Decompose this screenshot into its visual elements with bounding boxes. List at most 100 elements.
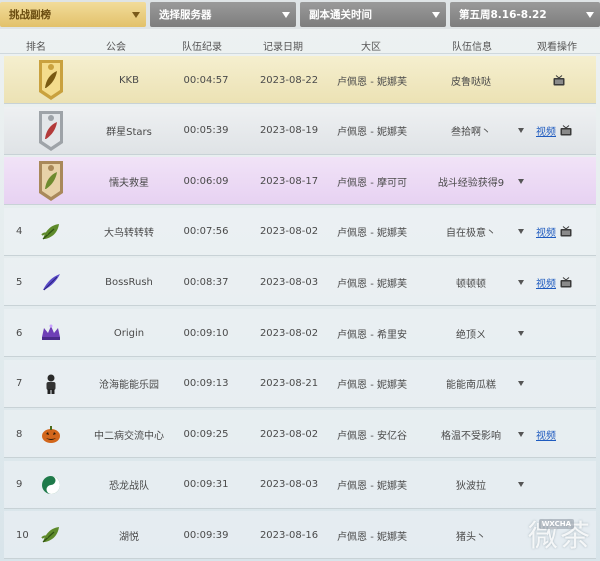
record-date: 2023-08-16 xyxy=(259,529,319,541)
table-row: 懦夫救星 00:06:09 2023-08-17 卢佩恩 - 摩可可 战斗经验获得9 xyxy=(4,157,596,206)
server-area: 卢佩恩 - 妮娜芙 xyxy=(337,127,407,139)
team-info-name: 皮鲁哒哒 xyxy=(451,76,491,88)
chevron-down-icon xyxy=(518,229,524,235)
video-link[interactable]: 视频 xyxy=(536,224,556,239)
team-record: 00:09:13 xyxy=(183,378,229,390)
team-info-name: 狄波拉 xyxy=(456,481,486,493)
rank-number xyxy=(16,157,34,205)
table-row: 7 沧海能能乐园 00:09:13 2023-08-21 卢佩恩 - 妮娜芙 能能南瓜糕 xyxy=(4,359,596,408)
team-record: 00:07:56 xyxy=(183,226,229,238)
server-area: 卢佩恩 - 希里安 xyxy=(337,329,407,341)
team-expand-toggle[interactable] xyxy=(514,360,528,408)
team-info-name: 顿顿顿 xyxy=(456,278,486,290)
video-link[interactable]: 视频 xyxy=(536,123,556,138)
rank-number: 9 xyxy=(16,479,23,491)
server-area: 卢佩恩 - 妮娜芙 xyxy=(337,228,407,240)
team-info-name: 能能南瓜糕 xyxy=(446,380,496,392)
record-date: 2023-08-22 xyxy=(259,74,319,86)
table-row: 5 BossRush 00:08:37 2023-08-03 卢佩恩 - 妮娜芙 顿顿顿视… xyxy=(4,258,596,307)
tv-icon[interactable] xyxy=(560,125,572,136)
record-date: 2023-08-03 xyxy=(259,276,319,288)
green-leaf-icon xyxy=(34,511,68,559)
video-link[interactable]: 视频 xyxy=(536,427,556,442)
tv-icon[interactable] xyxy=(560,226,572,237)
team-record: 00:09:10 xyxy=(183,327,229,339)
record-date: 2023-08-03 xyxy=(259,479,319,491)
chevron-down-icon xyxy=(518,128,524,134)
chevron-down-icon xyxy=(518,279,524,285)
filter-server-label: 选择服务器 xyxy=(159,9,212,21)
team-info-name: 猪头丶 xyxy=(456,531,486,543)
rank-number: 7 xyxy=(16,378,23,390)
team-expand-toggle[interactable] xyxy=(514,461,528,509)
watermark-sub: WXCHA xyxy=(538,519,574,529)
header-info: 队伍信息 xyxy=(452,42,492,53)
team-info-name: 战斗经验获得9 xyxy=(437,177,505,189)
team-record: 00:09:39 xyxy=(183,529,229,541)
team-expand-toggle[interactable] xyxy=(514,208,528,256)
watch-actions: 视频 xyxy=(536,410,592,458)
server-area: 卢佩恩 - 安亿谷 xyxy=(337,430,407,442)
team-expand-toggle[interactable] xyxy=(514,258,528,306)
filter-bar: 挑战副榜 选择服务器 副本通关时间 第五周8.16-8.22 xyxy=(0,0,600,29)
silver-medal-icon xyxy=(34,107,68,155)
team-record: 00:05:39 xyxy=(183,125,229,137)
purple-feather-icon xyxy=(34,258,68,306)
team-record: 00:06:09 xyxy=(183,175,229,187)
watermark: 微茶 WXCHA xyxy=(528,511,592,555)
record-date: 2023-08-02 xyxy=(259,226,319,238)
server-area: 卢佩恩 - 妮娜芙 xyxy=(337,531,407,543)
filter-week-label: 第五周8.16-8.22 xyxy=(459,9,547,21)
team-expand-toggle[interactable] xyxy=(514,309,528,357)
gold-medal-icon xyxy=(34,56,68,104)
black-figure-icon xyxy=(34,360,68,408)
chevron-down-icon xyxy=(518,381,524,387)
table-row: 10 湖悦 00:09:39 2023-08-16 卢佩恩 - 妮娜芙 猪头丶 xyxy=(4,511,596,560)
table-header: 排名 公会 队伍纪录 记录日期 大区 队伍信息 观看操作 xyxy=(0,34,600,54)
filter-ranking-label: 挑战副榜 xyxy=(9,9,51,21)
team-record: 00:09:31 xyxy=(183,479,229,491)
team-expand-toggle[interactable] xyxy=(514,410,528,458)
filter-week-select[interactable]: 第五周8.16-8.22 xyxy=(450,2,600,27)
chevron-down-icon xyxy=(432,12,440,18)
chevron-down-icon xyxy=(132,12,140,18)
filter-ranking-select[interactable]: 挑战副榜 xyxy=(0,2,146,27)
server-area: 卢佩恩 - 妮娜芙 xyxy=(337,278,407,290)
team-record: 00:04:57 xyxy=(183,74,229,86)
watch-actions: 视频 xyxy=(536,107,592,155)
table-row: 9 恐龙战队 00:09:31 2023-08-03 卢佩恩 - 妮娜芙 狄波拉 xyxy=(4,460,596,509)
team-info-name: 格温不受影响 xyxy=(441,430,501,442)
header-date: 记录日期 xyxy=(263,42,303,53)
header-ops: 观看操作 xyxy=(537,42,577,53)
tv-icon[interactable] xyxy=(553,74,565,86)
filter-clear-time-select[interactable]: 副本通关时间 xyxy=(300,2,446,27)
rank-number xyxy=(16,107,34,155)
watch-actions: 视频 xyxy=(536,208,592,256)
team-expand-toggle[interactable] xyxy=(514,107,528,155)
record-date: 2023-08-17 xyxy=(259,175,319,187)
rank-number: 10 xyxy=(16,529,29,541)
table-row: 4 大鸟转转转 00:07:56 2023-08-02 卢佩恩 - 妮娜芙 自在极意丶 视频 xyxy=(4,207,596,256)
crown-icon xyxy=(34,309,68,357)
video-link[interactable]: 视频 xyxy=(536,275,556,290)
record-date: 2023-08-19 xyxy=(259,125,319,137)
rank-number: 4 xyxy=(16,226,23,238)
team-record: 00:08:37 xyxy=(183,276,229,288)
rank-number: 6 xyxy=(16,327,23,339)
header-record: 队伍纪录 xyxy=(182,42,222,53)
green-leaf-icon xyxy=(34,208,68,256)
tv-icon[interactable] xyxy=(560,277,572,288)
watch-actions xyxy=(553,56,600,104)
server-area: 卢佩恩 - 摩可可 xyxy=(337,177,407,189)
header-guild: 公会 xyxy=(106,42,126,53)
record-date: 2023-08-02 xyxy=(259,428,319,440)
chevron-down-icon xyxy=(518,330,524,336)
team-info-name: 叁拾啊丶 xyxy=(451,127,491,139)
bronze-medal-icon xyxy=(34,157,68,205)
server-area: 卢佩恩 - 妮娜芙 xyxy=(337,481,407,493)
chevron-down-icon xyxy=(282,12,290,18)
team-expand-toggle[interactable] xyxy=(514,157,528,205)
header-rank: 排名 xyxy=(26,42,46,53)
filter-server-select[interactable]: 选择服务器 xyxy=(150,2,296,27)
table-row: 6 Origin 00:09:10 2023-08-02 卢佩恩 - 希里安 绝顶ㄨ xyxy=(4,309,596,357)
